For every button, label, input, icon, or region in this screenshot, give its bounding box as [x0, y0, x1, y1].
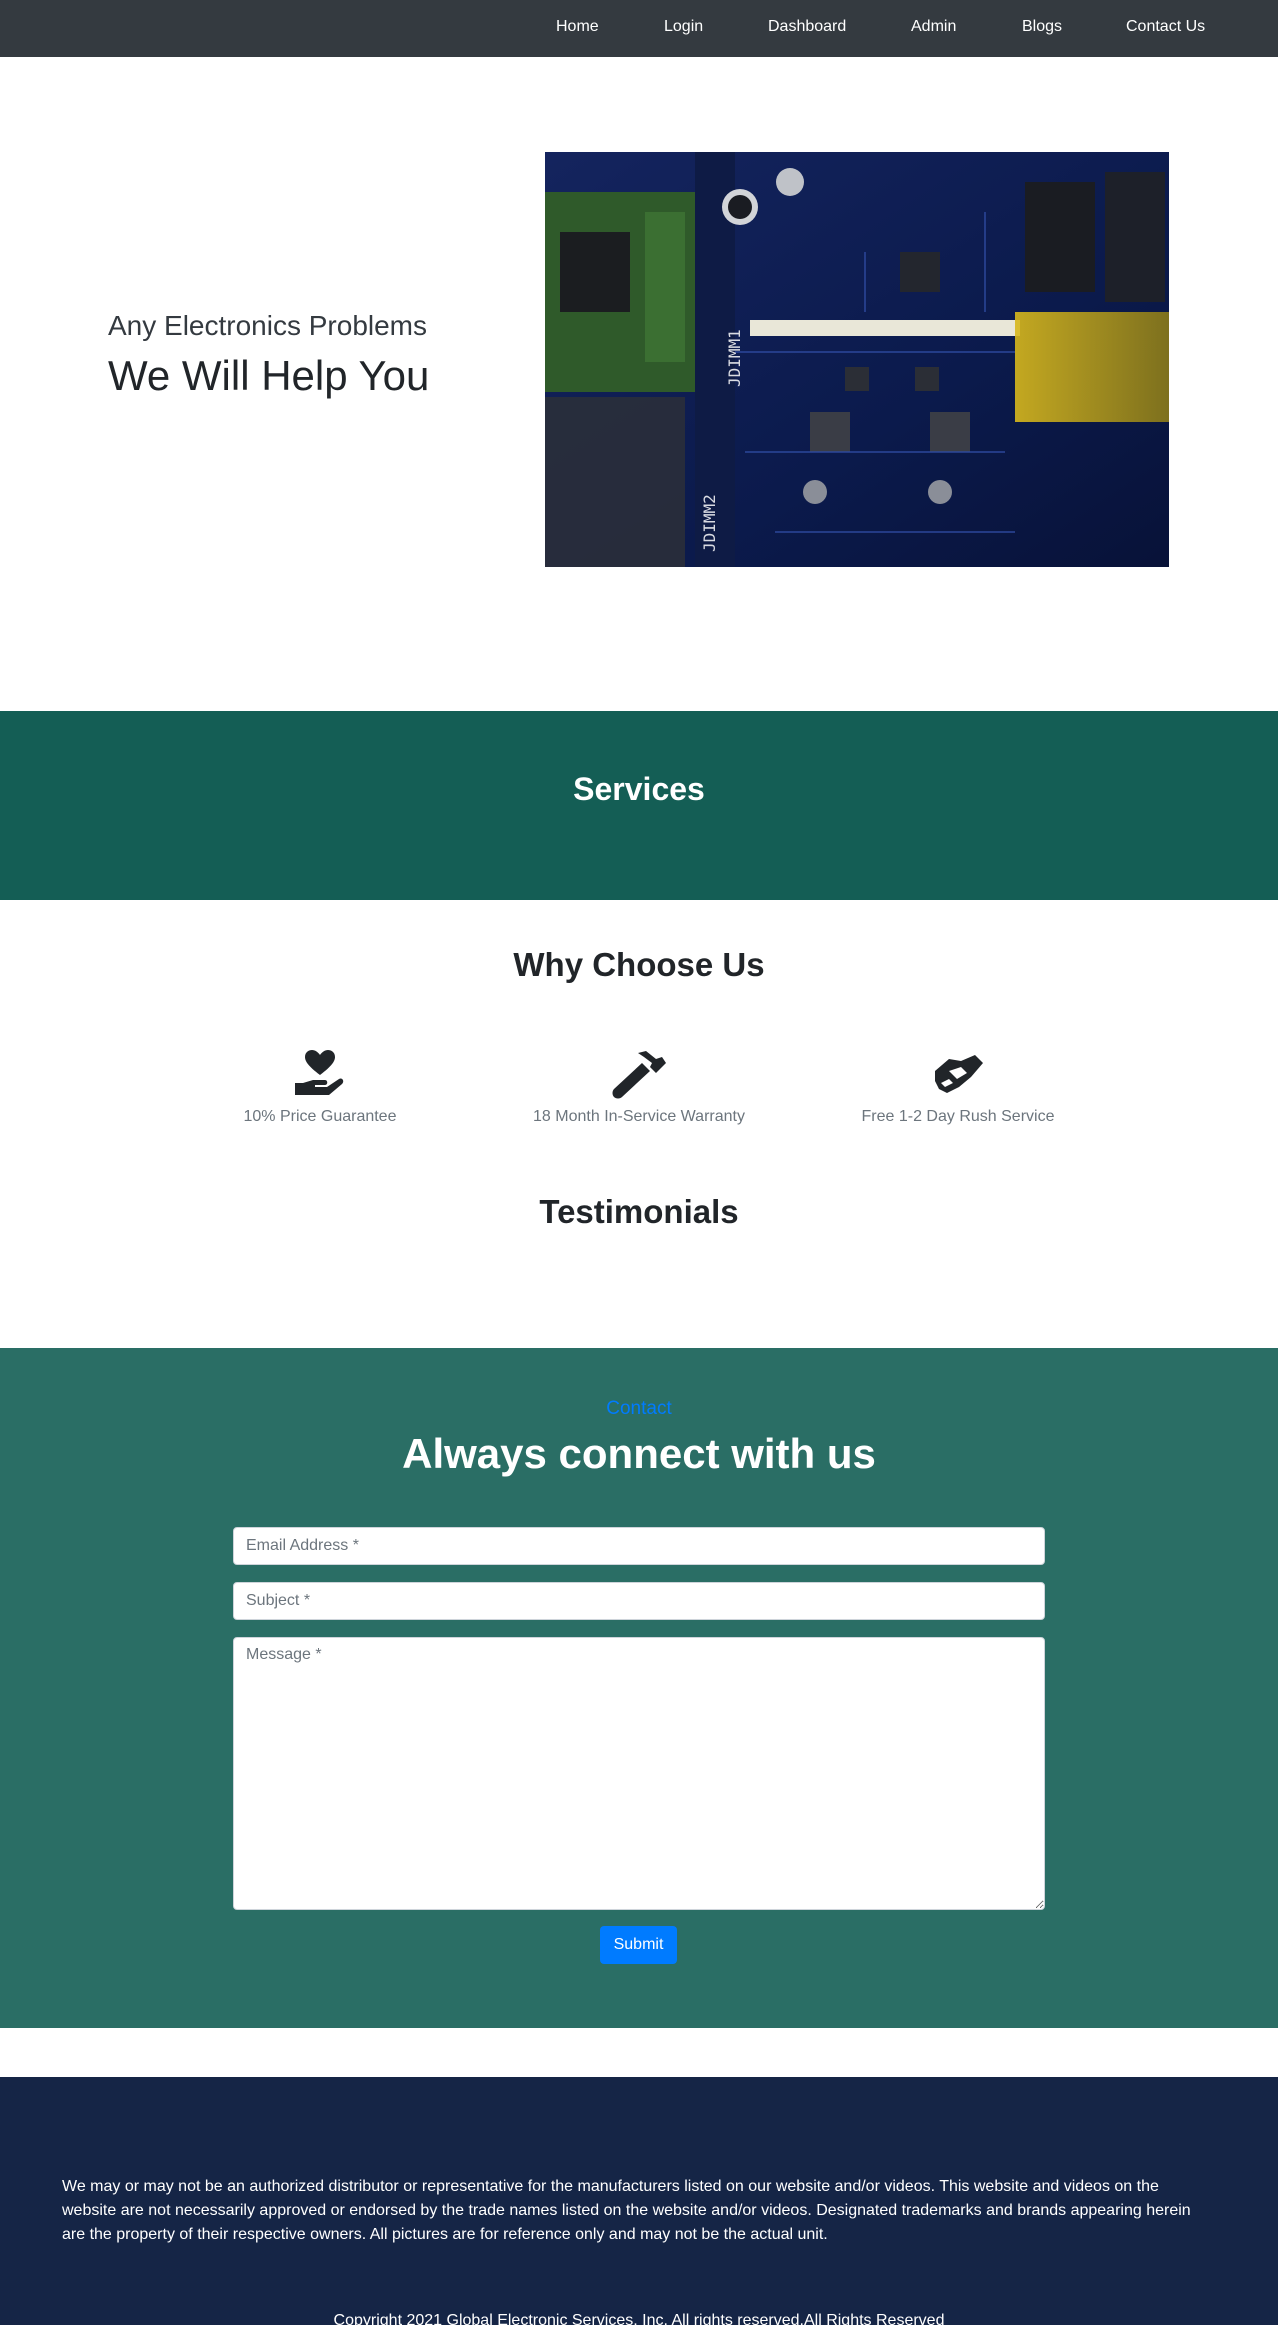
services-section: Services [0, 711, 1278, 900]
feature-label: 18 Month In-Service Warranty [533, 1108, 745, 1125]
services-title: Services [573, 771, 705, 807]
nav-home-link[interactable]: Home [556, 18, 599, 36]
navbar: Home Login Dashboard Admin Blogs Contact… [0, 0, 1278, 57]
feature-warranty: 18 Month In-Service Warranty [489, 1050, 789, 1126]
page: Home Login Dashboard Admin Blogs Contact… [0, 0, 1278, 2325]
contact-title: Always connect with us [402, 1430, 876, 1477]
email-field[interactable] [233, 1527, 1045, 1565]
feature-rush-service: Free 1-2 Day Rush Service [808, 1050, 1108, 1126]
submit-button[interactable]: Submit [600, 1926, 677, 1964]
svg-text:JDIMM2: JDIMM2 [700, 494, 719, 552]
nav-contact-us-link[interactable]: Contact Us [1126, 18, 1205, 36]
feature-label: Free 1-2 Day Rush Service [861, 1108, 1055, 1125]
nav-dashboard-link[interactable]: Dashboard [768, 18, 846, 36]
nav-blogs-link[interactable]: Blogs [1022, 18, 1062, 36]
hand-holding-heart-icon [293, 1049, 347, 1104]
nav-login-link[interactable]: Login [664, 18, 703, 36]
testimonials-title: Testimonials [539, 1193, 739, 1230]
footer-disclaimer: We may or may not be an authorized distr… [62, 2178, 1191, 2243]
contact-eyebrow: Contact [606, 1398, 672, 1419]
handshake-icon [931, 1053, 985, 1104]
feature-label: 10% Price Guarantee [243, 1108, 397, 1125]
contact-section: Contact Always connect with us Submit [0, 1348, 1278, 2028]
subject-field[interactable] [233, 1582, 1045, 1620]
hammer-icon [612, 1049, 666, 1104]
hero-title: We Will Help You [108, 352, 430, 399]
message-field[interactable] [233, 1637, 1045, 1910]
footer-copyright: Copyright 2021 Global Electronic Service… [333, 2312, 945, 2325]
why-choose-us-title: Why Choose Us [513, 946, 765, 983]
svg-text:JDIMM1: JDIMM1 [725, 329, 744, 387]
hero-circuit-board-image: JDIMM1 JDIMM2 [545, 152, 1169, 567]
footer: We may or may not be an authorized distr… [0, 2077, 1278, 2325]
feature-price-guarantee: 10% Price Guarantee [170, 1050, 470, 1126]
hero-subtitle: Any Electronics Problems [108, 310, 428, 341]
nav-admin-link[interactable]: Admin [911, 18, 956, 36]
